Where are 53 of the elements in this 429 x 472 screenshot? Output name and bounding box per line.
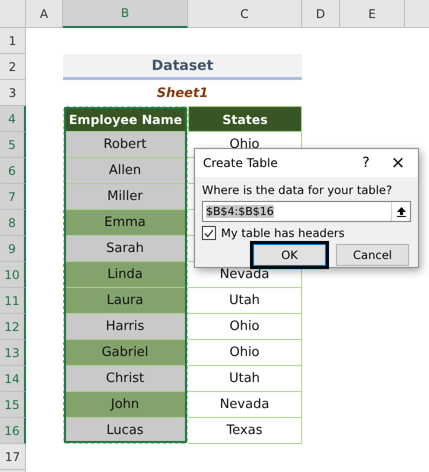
table-cell: Linda <box>63 262 188 288</box>
sheet-subtitle: Sheet1 <box>156 84 210 102</box>
column-header[interactable]: B <box>63 0 188 28</box>
table-cell: Nevada <box>188 392 302 418</box>
table-cell: Sarah <box>63 236 188 262</box>
row-header[interactable]: 13 <box>0 340 26 366</box>
row-header[interactable]: 17 <box>0 444 26 470</box>
column-header[interactable]: C <box>188 0 302 28</box>
table-cell: Christ <box>63 366 188 392</box>
arrow-up-icon <box>396 206 406 216</box>
table-cell: John <box>63 392 188 418</box>
ok-button[interactable]: OK <box>253 244 326 266</box>
column-header[interactable]: A <box>26 0 63 28</box>
range-field[interactable]: $B$4:$B$16 <box>202 201 411 222</box>
checkbox-label[interactable]: My table has headers <box>221 226 345 240</box>
table-cell: Ohio <box>188 314 302 340</box>
row-header[interactable]: 6 <box>0 158 26 184</box>
cancel-button[interactable]: Cancel <box>336 244 409 266</box>
row-header[interactable]: 7 <box>0 184 26 210</box>
row-header[interactable]: 5 <box>0 132 26 158</box>
range-prompt: Where is the data for your table? <box>202 183 394 197</box>
table-cell: Ohio <box>188 340 302 366</box>
table-cell: Texas <box>188 418 302 444</box>
row-header[interactable]: 11 <box>0 288 26 314</box>
help-button[interactable]: ? <box>350 149 382 177</box>
row-header[interactable]: 8 <box>0 210 26 236</box>
dialog-title: Create Table <box>203 156 279 170</box>
column-header-strip <box>405 0 429 28</box>
row-header[interactable]: 14 <box>0 366 26 392</box>
table-cell: Allen <box>63 158 188 184</box>
table-cell: Harris <box>63 314 188 340</box>
close-button[interactable]: × <box>382 149 414 177</box>
table-cell: Laura <box>63 288 188 314</box>
row-header[interactable]: 12 <box>0 314 26 340</box>
row-header[interactable]: 9 <box>0 236 26 262</box>
table-header: States <box>188 106 302 132</box>
row-header[interactable]: 1 <box>0 28 26 54</box>
row-header[interactable]: 4 <box>0 106 26 132</box>
column-header[interactable]: E <box>340 0 405 28</box>
table-cell: Gabriel <box>63 340 188 366</box>
table-cell: Utah <box>188 366 302 392</box>
table-cell: Miller <box>63 184 188 210</box>
column-header[interactable]: D <box>302 0 340 28</box>
table-cell: Emma <box>63 210 188 236</box>
headers-checkbox[interactable] <box>202 226 216 240</box>
table-cell: Robert <box>63 132 188 158</box>
row-header[interactable]: 15 <box>0 392 26 418</box>
row-header[interactable]: 10 <box>0 262 26 288</box>
dataset-title: Dataset <box>63 54 302 80</box>
row-header[interactable]: 16 <box>0 418 26 444</box>
table-cell: Utah <box>188 288 302 314</box>
row-header[interactable]: 3 <box>0 80 26 106</box>
row-header[interactable]: 2 <box>0 54 26 80</box>
